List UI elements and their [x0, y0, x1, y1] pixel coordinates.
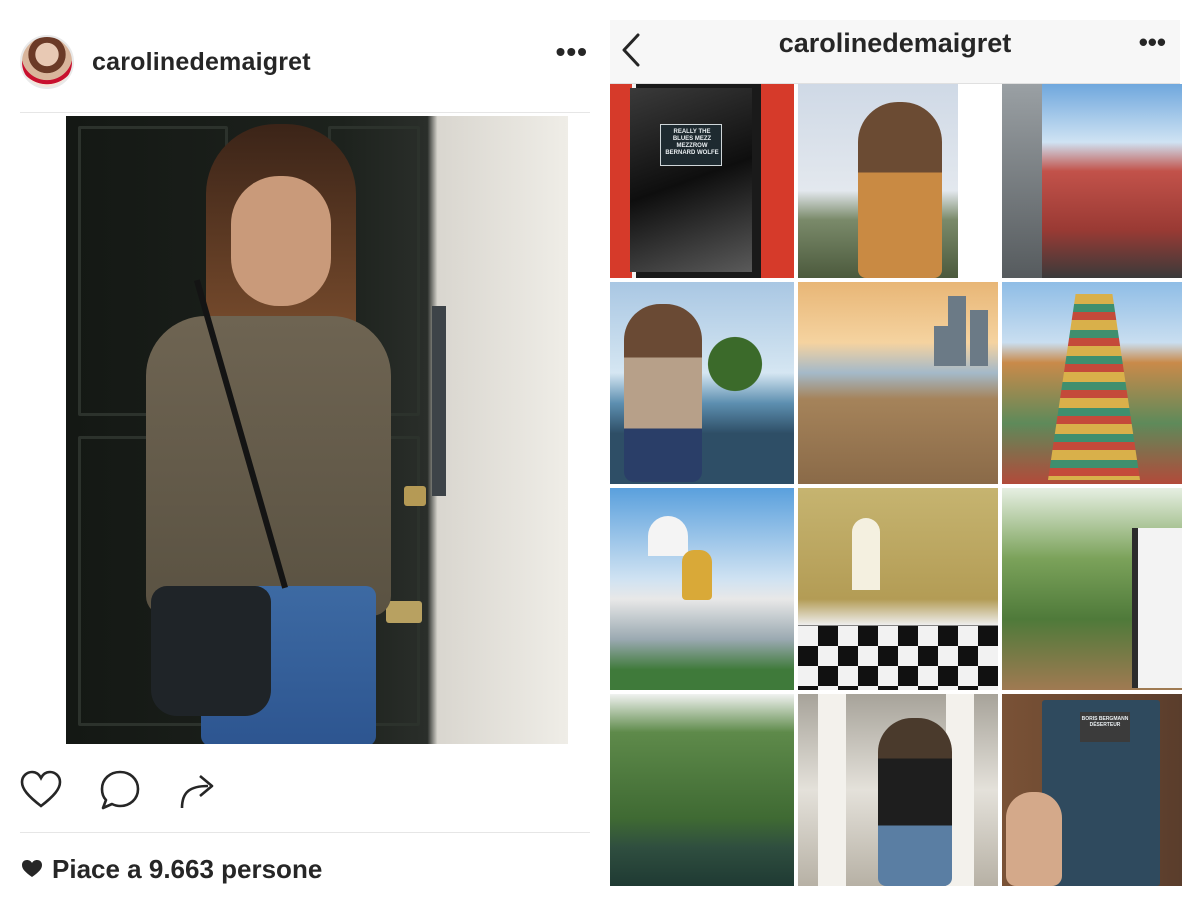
post-view: carolinedemaigret ••• Piace a 9.663 pers…	[0, 0, 600, 900]
likes-text: Piace a 9.663 persone	[52, 854, 323, 884]
mail-slot	[432, 306, 446, 496]
profile-view: carolinedemaigret ••• REALLY THE BLUES M…	[610, 20, 1182, 886]
door-knob	[404, 486, 426, 506]
golden-statue	[682, 550, 712, 600]
grid-photo-palms-pool[interactable]	[610, 694, 794, 886]
palm-tree	[700, 332, 770, 412]
book-label: REALLY THE BLUES MEZZ MEZZROW BERNARD WO…	[660, 124, 722, 166]
heart-icon[interactable]	[20, 770, 62, 810]
tower	[934, 326, 952, 366]
post-header: carolinedemaigret •••	[20, 28, 590, 96]
more-options-button[interactable]: •••	[556, 38, 588, 66]
divider	[20, 832, 590, 833]
book-title-text: BORIS BERGMANN DÉSERTEUR	[1081, 716, 1129, 728]
grid-photo-mosque-street[interactable]	[1002, 84, 1182, 278]
person-shirt	[146, 316, 391, 616]
profile-topbar: carolinedemaigret •••	[610, 20, 1180, 84]
temple-tower	[1048, 294, 1140, 480]
person-face	[231, 176, 331, 306]
book-label: BORIS BERGMANN DÉSERTEUR	[1080, 712, 1130, 742]
grid-photo-beach-terrace[interactable]	[610, 282, 794, 484]
building	[1002, 84, 1042, 278]
person	[858, 102, 942, 278]
house	[1132, 528, 1182, 688]
tower	[970, 310, 988, 366]
book-cover	[630, 88, 752, 272]
more-options-button[interactable]: •••	[1139, 29, 1166, 55]
post-photo[interactable]	[66, 116, 568, 744]
grid-photo-statue-dome[interactable]	[610, 488, 794, 690]
handbag	[151, 586, 271, 716]
grid-photo-portrait-orange[interactable]	[798, 84, 998, 278]
pillar	[818, 694, 846, 886]
grid-photo-book[interactable]: REALLY THE BLUES MEZZ MEZZROW BERNARD WO…	[610, 84, 794, 278]
grid-photo-beach-crowd[interactable]	[798, 282, 998, 484]
grid-photo-temple[interactable]	[1002, 282, 1182, 484]
arched-window	[852, 518, 880, 590]
dome	[648, 516, 688, 556]
white-border	[958, 84, 998, 278]
person	[878, 718, 952, 886]
person	[624, 304, 702, 482]
checkered-floor	[798, 626, 998, 690]
heart-filled-icon	[22, 854, 42, 885]
grid-photo-interior[interactable]	[798, 488, 998, 690]
likes-count[interactable]: Piace a 9.663 persone	[22, 854, 322, 885]
grid-photo-book-hand[interactable]: BORIS BERGMANN DÉSERTEUR	[1002, 694, 1182, 886]
share-icon[interactable]	[178, 770, 220, 810]
avatar[interactable]	[20, 35, 74, 89]
comment-icon[interactable]	[98, 769, 142, 811]
post-username[interactable]: carolinedemaigret	[92, 48, 311, 77]
grid-photo-colonnade[interactable]	[798, 694, 998, 886]
book-title-text: REALLY THE BLUES MEZZ MEZZROW BERNARD WO…	[665, 129, 719, 156]
door-handle	[386, 601, 422, 623]
divider	[20, 112, 590, 113]
photo-grid: REALLY THE BLUES MEZZ MEZZROW BERNARD WO…	[610, 84, 1182, 886]
post-actions	[20, 768, 220, 812]
hand	[1006, 792, 1062, 886]
profile-title: carolinedemaigret	[778, 28, 1012, 58]
grid-photo-garden-house[interactable]	[1002, 488, 1182, 690]
